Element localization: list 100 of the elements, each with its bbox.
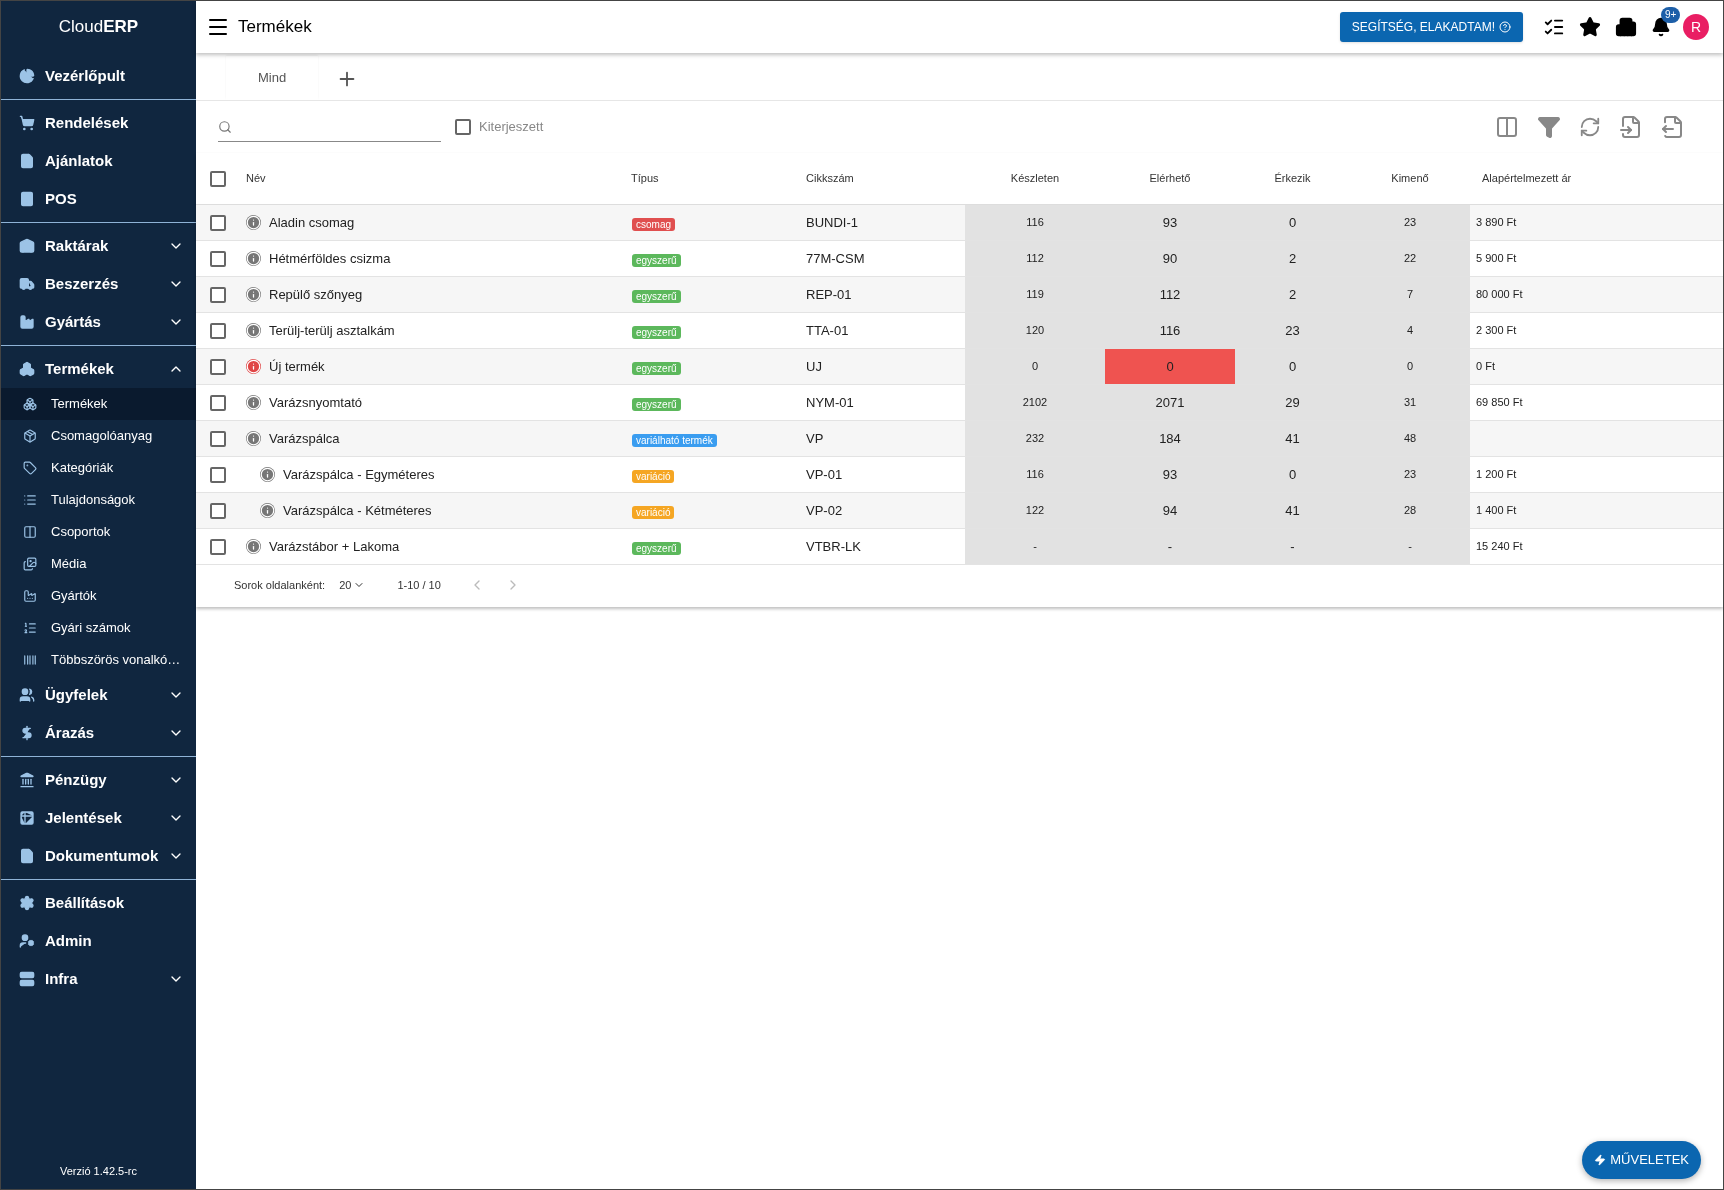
tab[interactable]: Mind bbox=[226, 56, 319, 100]
factory-icon bbox=[19, 314, 35, 330]
quantity-cell-text: 2 bbox=[1288, 285, 1297, 304]
type-tag: egyszerű bbox=[632, 361, 681, 375]
import-icon[interactable] bbox=[1619, 115, 1643, 139]
table-row[interactable]: Varázspálca variálható termék VP 232 184 41 48 bbox=[196, 421, 1723, 457]
table-row[interactable]: Új termék egyszerű UJ 0 0 0 0 0 Ft bbox=[196, 349, 1723, 385]
actions-button[interactable]: MŰVELETEK bbox=[1582, 1141, 1701, 1179]
sidebar-item[interactable]: Ügyfelek bbox=[1, 676, 196, 714]
sidebar-subitem[interactable]: Csoportok bbox=[1, 516, 196, 548]
quantity-cell-text: - bbox=[1408, 539, 1412, 555]
table-row[interactable]: Varázstábor + Lakoma egyszerű VTBR-LK - - - - 15 240 Ft bbox=[196, 529, 1723, 565]
quantity-cell-text: 93 bbox=[1162, 213, 1178, 232]
column-header[interactable]: Név bbox=[246, 172, 266, 185]
quantity-cell-text: 7 bbox=[1406, 287, 1414, 303]
table-row[interactable]: Varázspálca - Kétméteres variáció VP-02 122 94 41 28 1 400 Ft bbox=[196, 493, 1723, 529]
rows-per-page-select[interactable]: 20 bbox=[339, 576, 366, 594]
sidebar-item[interactable]: Ajánlatok bbox=[1, 142, 196, 180]
sidebar-item[interactable]: Árazás bbox=[1, 714, 196, 752]
quantity-cell-text: 0 bbox=[1031, 359, 1039, 375]
sidebar-item[interactable]: Gyártás bbox=[1, 303, 196, 341]
product-name: Varázsnyomtató bbox=[269, 393, 362, 412]
info-icon[interactable] bbox=[246, 287, 261, 302]
package-icon bbox=[23, 429, 37, 443]
table-row[interactable]: Hétmérföldes csizma egyszerű 77M-CSM 112 90 2 22 5 900 Ft bbox=[196, 241, 1723, 277]
column-header[interactable]: Alapértelmezett ár bbox=[1482, 172, 1572, 185]
row-checkbox[interactable] bbox=[210, 322, 226, 339]
row-checkbox[interactable] bbox=[210, 466, 226, 483]
column-header[interactable]: Cikkszám bbox=[806, 172, 854, 185]
row-checkbox[interactable] bbox=[210, 286, 226, 303]
refresh-icon[interactable] bbox=[1579, 116, 1601, 138]
checkbox-label: Kiterjeszett bbox=[479, 118, 544, 137]
columns-icon[interactable] bbox=[1495, 115, 1519, 139]
info-icon[interactable] bbox=[246, 359, 261, 374]
table-row[interactable]: Terülj-terülj asztalkám egyszerű TTA-01 120 116 23 4 2 300 Ft bbox=[196, 313, 1723, 349]
sidebar-item[interactable]: Admin bbox=[1, 922, 196, 960]
info-icon[interactable] bbox=[246, 395, 261, 410]
sidebar-subitem[interactable]: Csomagolóanyag bbox=[1, 420, 196, 452]
star-icon[interactable] bbox=[1579, 16, 1601, 38]
product-name: Repülő szőnyeg bbox=[269, 285, 363, 304]
table-row[interactable]: Repülő szőnyeg egyszerű REP-01 119 112 2 7 80 000 Ft bbox=[196, 277, 1723, 313]
sidebar-subitem[interactable]: Többszörös vonalkó… bbox=[1, 644, 196, 676]
sidebar-item[interactable]: Dokumentumok bbox=[1, 837, 196, 875]
sidebar-subitem[interactable]: Gyártók bbox=[1, 580, 196, 612]
info-icon[interactable] bbox=[246, 539, 261, 554]
bell-icon[interactable] bbox=[1651, 17, 1671, 37]
row-checkbox[interactable] bbox=[210, 250, 226, 267]
server-icon bbox=[19, 971, 35, 987]
help-button[interactable]: SEGÍTSÉG, ELAKADTAM! bbox=[1339, 12, 1523, 42]
sidebar-item[interactable]: Vezérlőpult bbox=[1, 57, 196, 95]
column-header[interactable]: Típus bbox=[631, 172, 659, 185]
document-icon bbox=[19, 153, 35, 169]
sidebar-subitem[interactable]: Kategóriák bbox=[1, 452, 196, 484]
price-cell: 1 400 Ft bbox=[1476, 504, 1517, 517]
quantity-cell-text: - bbox=[1290, 537, 1295, 556]
sidebar-item[interactable]: Jelentések bbox=[1, 799, 196, 837]
info-icon[interactable] bbox=[246, 323, 261, 338]
sidebar-item[interactable]: Infra bbox=[1, 960, 196, 998]
row-checkbox[interactable] bbox=[210, 502, 226, 519]
row-checkbox[interactable] bbox=[210, 358, 226, 375]
quantity-cell-text: 2 bbox=[1288, 249, 1297, 268]
row-checkbox[interactable] bbox=[210, 394, 226, 411]
type-tag: variálható termék bbox=[632, 433, 717, 447]
info-icon[interactable] bbox=[246, 431, 261, 446]
info-icon[interactable] bbox=[260, 467, 275, 482]
sidebar-subitem[interactable]: Média bbox=[1, 548, 196, 580]
column-header[interactable]: Kimenő bbox=[1391, 172, 1429, 185]
type-tag: variáció bbox=[632, 469, 675, 483]
sidebar-subitem[interactable]: Tulajdonságok bbox=[1, 484, 196, 516]
row-checkbox[interactable] bbox=[210, 214, 226, 231]
product-name: Varázspálca - Egyméteres bbox=[283, 465, 435, 484]
sidebar-item[interactable]: Termékek bbox=[1, 350, 196, 388]
sidebar-item[interactable]: Beszerzés bbox=[1, 265, 196, 303]
filter-icon[interactable] bbox=[1537, 115, 1561, 139]
select-all-checkbox[interactable] bbox=[210, 170, 226, 187]
export-icon[interactable] bbox=[1661, 115, 1685, 139]
table-row[interactable]: Aladin csomag csomag BUNDI-1 116 93 0 23 3 890 Ft bbox=[196, 205, 1723, 241]
sidebar-item[interactable]: Rendelések bbox=[1, 104, 196, 142]
row-checkbox[interactable] bbox=[210, 538, 226, 555]
table-row[interactable]: Varázsnyomtató egyszerű NYM-01 2102 2071 29 31 69 850 Ft bbox=[196, 385, 1723, 421]
sidebar-item[interactable]: Pénzügy bbox=[1, 761, 196, 799]
logo: CloudERP bbox=[57, 16, 140, 39]
sku-cell-text: VP-01 bbox=[805, 465, 844, 484]
info-icon[interactable] bbox=[246, 215, 261, 230]
sidebar-item[interactable]: Raktárak bbox=[1, 227, 196, 265]
sidebar-subitem[interactable]: Termékek bbox=[1, 388, 196, 420]
column-header[interactable]: Készleten bbox=[1010, 172, 1060, 185]
avatar[interactable]: R bbox=[1683, 14, 1709, 40]
column-header[interactable]: Érkezik bbox=[1274, 172, 1311, 185]
checkbox[interactable] bbox=[455, 119, 471, 135]
bank-icon bbox=[19, 772, 35, 788]
quantity-cell-text: - bbox=[1167, 537, 1173, 556]
row-checkbox[interactable] bbox=[210, 430, 226, 447]
sidebar-subitem[interactable]: Gyári számok bbox=[1, 612, 196, 644]
info-icon[interactable] bbox=[246, 251, 261, 266]
table-row[interactable]: Varázspálca - Egyméteres variáció VP-01 116 93 0 23 1 200 Ft bbox=[196, 457, 1723, 493]
sidebar-item[interactable]: POS bbox=[1, 180, 196, 218]
column-header[interactable]: Elérhető bbox=[1149, 172, 1191, 185]
sidebar-item[interactable]: Beállítások bbox=[1, 884, 196, 922]
info-icon[interactable] bbox=[260, 503, 275, 518]
